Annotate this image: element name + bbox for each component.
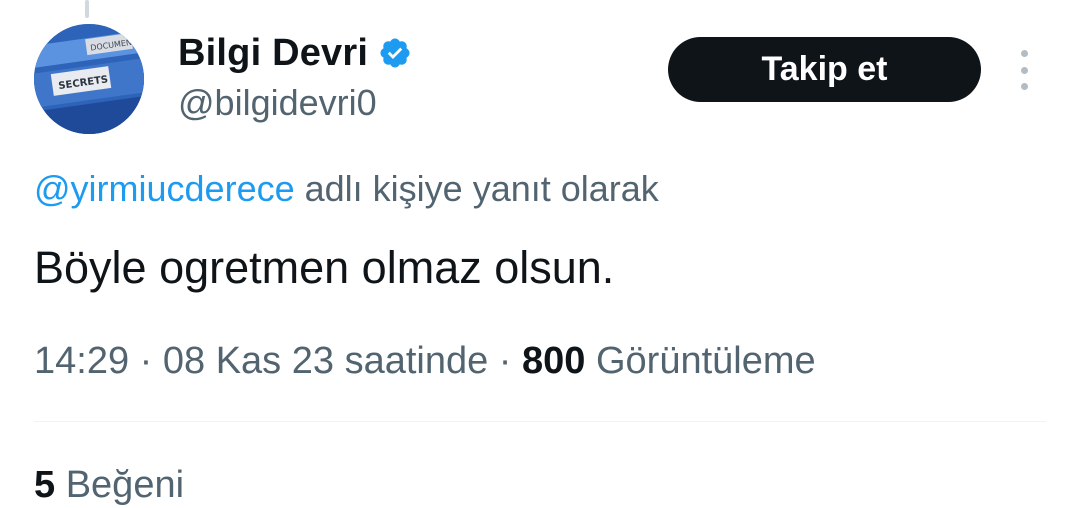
reply-context: @yirmiucderece adlı kişiye yanıt olarak — [34, 168, 659, 210]
more-dot — [1020, 66, 1028, 74]
likes-count: 5 — [34, 464, 56, 506]
author-handle[interactable]: @bilgidevri0 — [178, 82, 377, 124]
follow-button[interactable]: Takip et — [668, 37, 981, 102]
avatar[interactable]: DOCUMENTS SECRETS — [34, 24, 144, 134]
divider — [34, 421, 1046, 422]
more-dot — [1020, 50, 1028, 57]
views-label: Görüntüleme — [595, 340, 816, 382]
reply-mention-link[interactable]: @yirmiucderece — [34, 168, 295, 209]
verified-badge-icon — [378, 36, 412, 70]
avatar-image: DOCUMENTS SECRETS — [34, 24, 144, 134]
tweet-date[interactable]: 08 Kas 23 saatinde — [163, 340, 488, 382]
tweet-meta: 14:29 · 08 Kas 23 saatinde · 800 Görüntü… — [34, 340, 816, 383]
thread-connector-line — [85, 0, 89, 18]
views-count: 800 — [522, 340, 586, 382]
more-dot — [1020, 83, 1028, 90]
more-options-icon[interactable] — [1008, 50, 1040, 90]
likes-summary[interactable]: 5 Beğeni — [34, 464, 184, 507]
meta-separator: · — [139, 340, 153, 382]
tweet-text: Böyle ogretmen olmaz olsun. — [34, 242, 615, 293]
author-name-row: Bilgi Devri — [178, 30, 412, 76]
likes-label: Beğeni — [65, 464, 185, 506]
tweet-time[interactable]: 14:29 — [34, 340, 129, 382]
author-display-name[interactable]: Bilgi Devri — [178, 32, 368, 75]
meta-separator: · — [498, 340, 512, 382]
reply-context-text: adlı kişiye yanıt olarak — [294, 168, 659, 209]
